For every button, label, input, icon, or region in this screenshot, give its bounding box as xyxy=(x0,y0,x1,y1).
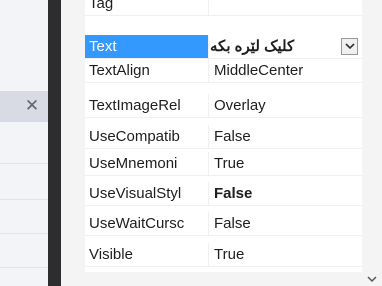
property-value[interactable]: Overlay xyxy=(210,94,362,117)
property-row-tag[interactable]: Tag xyxy=(85,0,362,16)
property-name: UseWaitCursc xyxy=(85,212,209,235)
property-name: TextAlign xyxy=(85,59,209,82)
property-value[interactable]: False xyxy=(210,182,362,205)
property-name: Visible xyxy=(85,243,209,266)
property-value[interactable]: True xyxy=(210,243,362,266)
property-name: Tag xyxy=(85,0,209,15)
property-name: UseMnemoni xyxy=(85,152,209,175)
property-name: TextImageRel xyxy=(85,94,209,117)
property-row-usemnemonic[interactable]: UseMnemoni True xyxy=(85,152,362,176)
background-window xyxy=(0,0,48,286)
background-list-divider xyxy=(0,233,48,234)
chevron-down-icon[interactable] xyxy=(341,38,358,55)
property-value[interactable]: MiddleCenter xyxy=(210,59,362,82)
property-grid-gutter xyxy=(61,0,85,272)
panel-splitter[interactable] xyxy=(48,0,61,286)
property-value[interactable]: False xyxy=(210,212,362,235)
property-value[interactable]: True xyxy=(210,152,362,175)
close-icon[interactable]: ✕ xyxy=(22,96,42,116)
property-grid-rows: Tag Text کلیک لێره بکه TextAlign MiddleC… xyxy=(85,0,362,272)
vertical-scrollbar[interactable] xyxy=(362,0,382,286)
property-row-textimagerelation[interactable]: TextImageRel Overlay xyxy=(85,94,362,118)
property-value[interactable]: False xyxy=(210,125,362,148)
property-row-usecompatibletextrendering[interactable]: UseCompatib False xyxy=(85,125,362,149)
property-name: UseCompatib xyxy=(85,125,209,148)
property-row-textalign[interactable]: TextAlign MiddleCenter xyxy=(85,59,362,83)
property-value[interactable]: کلیک لێره بکه xyxy=(210,35,362,58)
property-row-usevisualstylebackcolor[interactable]: UseVisualStyl False xyxy=(85,182,362,206)
screen-root: ✕ Tag Text کلیک لێره بکه TextAlign Middl… xyxy=(0,0,382,286)
property-row-text[interactable]: Text کلیک لێره بکه xyxy=(85,35,362,59)
property-name: UseVisualStyl xyxy=(85,182,209,205)
background-list-divider xyxy=(0,163,48,164)
property-row-visible[interactable]: Visible True xyxy=(85,243,362,267)
background-list-divider xyxy=(0,199,48,200)
scroll-down-arrow-icon[interactable] xyxy=(366,270,378,283)
property-value[interactable] xyxy=(210,0,362,15)
background-list-divider xyxy=(0,267,48,268)
property-row-usewaitcursor[interactable]: UseWaitCursc False xyxy=(85,212,362,236)
property-name: Text xyxy=(85,35,209,58)
